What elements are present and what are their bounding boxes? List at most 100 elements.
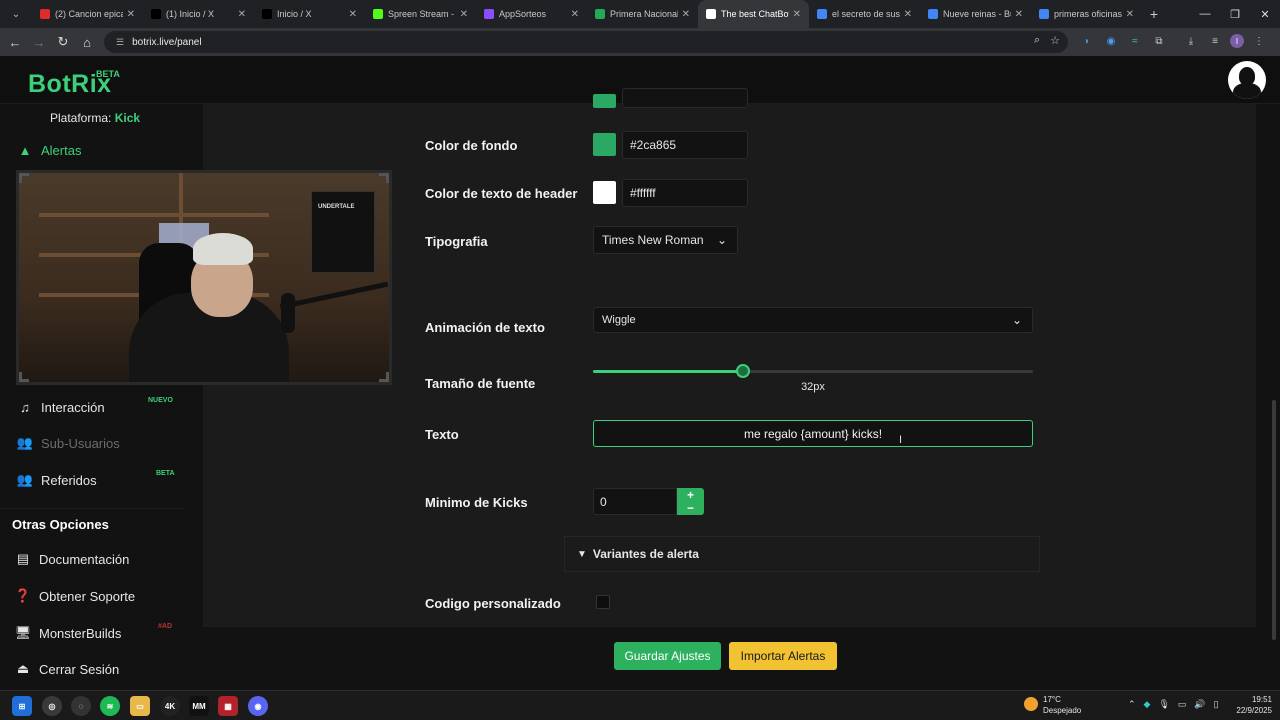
poster: UNDERTALE <box>311 191 375 273</box>
restore-icon[interactable]: ❐ <box>1220 0 1250 28</box>
tab-close-icon[interactable]: ✕ <box>904 9 912 20</box>
tab-close-icon[interactable]: ✕ <box>238 9 246 20</box>
hex-input-partial[interactable] <box>622 88 748 108</box>
custom-code-checkbox[interactable] <box>596 595 610 609</box>
app-red-icon[interactable]: ▦ <box>218 696 238 716</box>
save-settings-button[interactable]: Guardar Ajustes <box>614 642 721 670</box>
media-icon[interactable]: ≡ <box>1206 32 1224 50</box>
file-explorer-icon[interactable]: ▭ <box>130 696 150 716</box>
close-window-icon[interactable]: ✕ <box>1250 0 1280 28</box>
browser-tab[interactable]: (2) Cancion epica ✕ <box>32 0 143 28</box>
browser-tab[interactable]: primeras oficinas ✕ <box>1031 0 1142 28</box>
tab-close-icon[interactable]: ✕ <box>1126 9 1134 20</box>
sidebar-item-support[interactable]: ❓ Obtener Soporte <box>14 585 135 607</box>
browser-tab[interactable]: (1) Inicio / X ✕ <box>143 0 254 28</box>
reload-icon[interactable]: ↻ <box>51 30 75 54</box>
minus-icon[interactable]: − <box>677 502 704 514</box>
tab-title: AppSorteos <box>499 9 547 19</box>
clock[interactable]: 19:51 22/9/2025 <box>1228 694 1272 716</box>
header-text-color-swatch[interactable] <box>593 181 616 204</box>
extension-icon[interactable]: ◗ <box>1078 32 1096 50</box>
clock-date: 22/9/2025 <box>1236 706 1272 715</box>
spotify-icon[interactable]: ≋ <box>100 696 120 716</box>
browser-tab[interactable]: Nueve reinas - Bu ✕ <box>920 0 1031 28</box>
site-info-icon[interactable]: ☰ <box>116 37 124 48</box>
tab-close-icon[interactable]: ✕ <box>349 9 357 20</box>
color-swatch-partial[interactable] <box>593 94 616 108</box>
sidebar-item-interaction[interactable]: ♫ Interacción <box>16 396 104 418</box>
microphone-icon[interactable]: 🎙 <box>1158 699 1169 710</box>
browser-tab[interactable]: The best ChatBot ✕ <box>698 0 809 28</box>
header-text-color-label: Color de texto de header <box>425 186 578 201</box>
sidebar-item-docs[interactable]: ▤ Documentación <box>14 548 129 570</box>
download-icon[interactable]: ⤓ <box>1182 32 1200 50</box>
tab-search-icon[interactable]: ⌄ <box>6 4 26 24</box>
network-icon[interactable]: ▭ <box>1178 699 1187 710</box>
bookmark-star-icon[interactable]: ☆ <box>1050 34 1060 47</box>
minimize-icon[interactable]: — <box>1190 0 1220 28</box>
back-icon[interactable]: ← <box>3 30 27 54</box>
tray-app-icon[interactable]: ◆ <box>1144 699 1151 710</box>
sidebar-item-logout[interactable]: ⏏ Cerrar Sesión <box>14 658 119 680</box>
chevron-up-icon[interactable]: ⌃ <box>1128 699 1136 710</box>
forward-icon[interactable]: → <box>27 30 51 54</box>
new-tab-icon[interactable]: + <box>1142 6 1166 22</box>
min-kicks-stepper[interactable]: + − <box>677 488 704 515</box>
extension-icon[interactable]: ≈ <box>1126 32 1144 50</box>
user-avatar[interactable] <box>1228 61 1266 99</box>
other-options-heading: Otras Opciones <box>12 517 109 532</box>
menu-kebab-icon[interactable]: ⋮ <box>1250 32 1268 50</box>
import-alerts-button[interactable]: Importar Alertas <box>729 642 837 670</box>
bg-color-input[interactable]: #2ca865 <box>622 131 748 159</box>
extension-icon[interactable]: ◉ <box>1102 32 1120 50</box>
slider-thumb[interactable] <box>735 364 750 378</box>
tab-favicon-icon <box>706 9 716 19</box>
discord-icon[interactable]: ◉ <box>248 696 268 716</box>
sidebar-item-label: Referidos <box>41 472 97 488</box>
browser-tab[interactable]: Spreen Stream - V ✕ <box>365 0 476 28</box>
alert-text-input[interactable]: me regalo {amount} kicks! <box>593 420 1033 447</box>
volume-icon[interactable]: 🔊 <box>1194 699 1205 710</box>
min-kicks-input[interactable]: 0 <box>593 488 677 515</box>
tab-favicon-icon <box>817 9 827 19</box>
tab-close-icon[interactable]: ✕ <box>1015 9 1023 20</box>
plus-icon[interactable]: + <box>677 489 704 501</box>
browser-tab[interactable]: Primera Nacional ✕ <box>587 0 698 28</box>
address-bar[interactable]: ☰ botrix.live/panel ⌕ ☆ <box>104 31 1068 53</box>
app-4k-icon[interactable]: 4K <box>160 696 180 716</box>
tab-close-icon[interactable]: ✕ <box>682 9 690 20</box>
sidebar-item-subusers[interactable]: 👥 Sub-Usuarios <box>16 432 120 454</box>
text-animation-select[interactable]: Wiggle ⌄ <box>593 307 1033 333</box>
tab-close-icon[interactable]: ✕ <box>127 9 135 20</box>
tab-close-icon[interactable]: ✕ <box>460 9 468 20</box>
page-scrollbar[interactable] <box>1272 400 1276 640</box>
user-group-icon: 👥 <box>16 472 34 487</box>
app-icon[interactable]: ◌ <box>71 696 91 716</box>
browser-tab[interactable]: el secreto de sus ✕ <box>809 0 920 28</box>
tab-close-icon[interactable]: ✕ <box>571 9 579 20</box>
zoom-icon[interactable]: ⌕ <box>1034 34 1040 47</box>
tab-close-icon[interactable]: ✕ <box>793 9 801 20</box>
sidebar-item-referrals[interactable]: 👥 Referidos <box>16 469 97 491</box>
app-mm-icon[interactable]: MM <box>189 696 209 716</box>
header-text-color-input[interactable]: #ffffff <box>622 179 748 207</box>
temperature: 17°C <box>1043 695 1061 704</box>
font-size-slider[interactable] <box>593 364 1033 378</box>
sidebar-item-alerts[interactable]: ▲ Alertas <box>16 139 82 161</box>
typography-select[interactable]: Times New Roman ⌄ <box>593 226 738 254</box>
home-icon[interactable]: ⌂ <box>75 30 99 54</box>
windows-start-icon[interactable]: ⊞ <box>12 696 32 716</box>
weather-widget[interactable]: 17°C Despejado <box>1024 694 1114 718</box>
alert-variants-toggle[interactable]: ▼ Variantes de alerta <box>564 536 1040 572</box>
text-label: Texto <box>425 427 459 442</box>
extensions-puzzle-icon[interactable]: ⧉ <box>1150 32 1168 50</box>
bg-color-swatch[interactable] <box>593 133 616 156</box>
profile-avatar[interactable]: I <box>1230 34 1244 48</box>
chrome-icon[interactable]: ◎ <box>42 696 62 716</box>
browser-tab[interactable]: Inicio / X ✕ <box>254 0 365 28</box>
sidebar-item-monsterbuilds[interactable]: 🖥 MonsterBuilds <box>14 622 122 644</box>
tab-favicon-icon <box>262 9 272 19</box>
browser-tab[interactable]: AppSorteos ✕ <box>476 0 587 28</box>
tab-favicon-icon <box>595 9 605 19</box>
battery-icon[interactable]: ▯ <box>1214 699 1219 710</box>
